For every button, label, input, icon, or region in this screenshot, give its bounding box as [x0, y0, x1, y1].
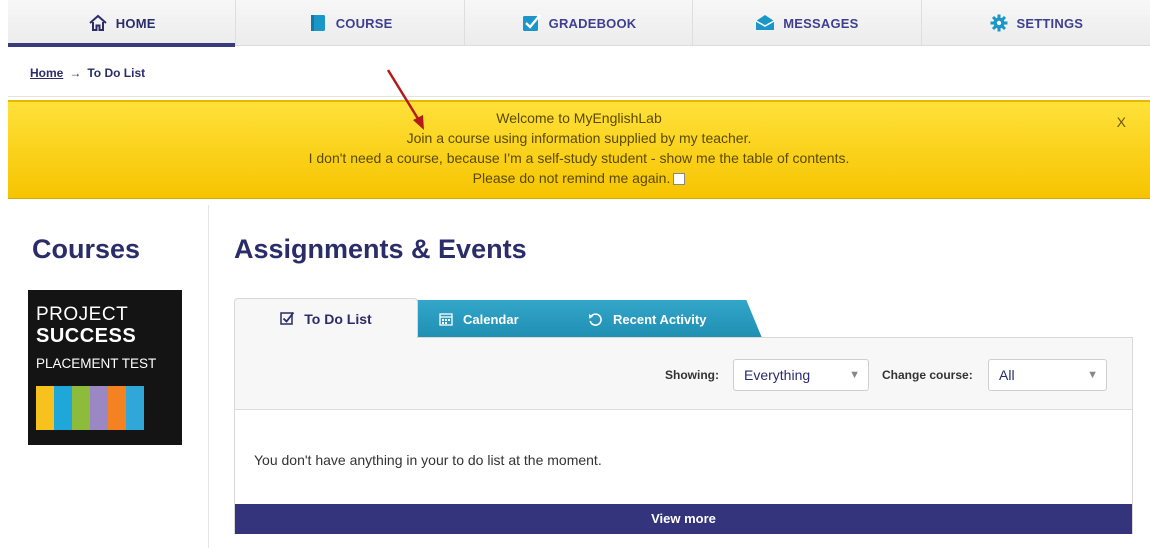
nav-course[interactable]: COURSE: [236, 0, 465, 46]
do-not-remind-label: Please do not remind me again.: [472, 170, 671, 186]
course-thumbnail[interactable]: PROJECT SUCCESS PLACEMENT TEST: [28, 290, 182, 445]
history-icon: [589, 312, 602, 326]
nav-messages-label: MESSAGES: [783, 15, 859, 31]
nav-settings[interactable]: SETTINGS: [922, 0, 1150, 46]
breadcrumb-home-link[interactable]: Home: [30, 66, 63, 80]
book-icon: [310, 15, 325, 31]
change-course-select[interactable]: All ▼: [988, 359, 1107, 391]
course-color-bars: [36, 386, 144, 430]
course-color-bar: [126, 386, 144, 430]
page-title: Assignments & Events: [234, 234, 527, 264]
nav-home[interactable]: HOME: [8, 0, 237, 47]
do-not-remind-row: Please do not remind me again.: [8, 168, 1150, 188]
tab-calendar-label: Calendar: [463, 311, 519, 327]
calendar-icon: [439, 313, 453, 326]
course-color-bar: [72, 386, 90, 430]
banner-close-button[interactable]: X: [1117, 114, 1126, 130]
chevron-down-icon: ▼: [849, 369, 860, 381]
chevron-down-icon: ▼: [1087, 369, 1098, 381]
tab-calendar[interactable]: Calendar: [417, 300, 567, 338]
course-color-bar: [54, 386, 72, 430]
nav-home-label: HOME: [115, 15, 156, 31]
breadcrumb-current: To Do List: [87, 66, 146, 80]
showing-select[interactable]: Everything ▼: [733, 359, 869, 391]
to-do-panel: Showing: Everything ▼ Change course: All…: [234, 337, 1133, 534]
course-color-bar: [90, 386, 108, 430]
change-course-label: Change course:: [882, 368, 973, 382]
envelope-icon: [755, 15, 775, 30]
nav-gradebook[interactable]: GRADEBOOK: [465, 0, 694, 46]
nav-messages[interactable]: MESSAGES: [693, 0, 922, 46]
course-title-line1: PROJECT: [36, 304, 129, 325]
breadcrumb: Home → To Do List: [30, 66, 145, 80]
tab-to-do-list[interactable]: To Do List: [234, 298, 418, 338]
nav-settings-label: SETTINGS: [1016, 15, 1084, 31]
filter-toolbar: Showing: Everything ▼ Change course: All…: [235, 338, 1132, 410]
courses-heading: Courses: [32, 234, 141, 264]
check-icon: [522, 14, 541, 31]
tab-recent-activity[interactable]: Recent Activity: [566, 300, 762, 338]
course-color-bar: [36, 386, 54, 430]
home-icon: [89, 14, 107, 31]
empty-list-message: You don't have anything in your to do li…: [254, 452, 602, 468]
top-nav: HOME COURSE GRADEBOOK MESSAGES SETTINGS: [8, 0, 1150, 47]
nav-gradebook-label: GRADEBOOK: [548, 15, 637, 31]
showing-select-value: Everything: [744, 367, 811, 383]
tab-recent-activity-label: Recent Activity: [613, 311, 707, 327]
view-more-button[interactable]: View more: [235, 504, 1132, 534]
breadcrumb-divider: [8, 96, 1150, 97]
self-study-link[interactable]: I don't need a course, because I'm a sel…: [8, 148, 1150, 168]
red-arrow-annotation: [386, 69, 424, 130]
course-title-line2: SUCCESS: [36, 325, 137, 347]
welcome-banner: Welcome to MyEnglishLab Join a course us…: [8, 100, 1150, 199]
nav-course-label: COURSE: [335, 15, 393, 31]
change-course-select-value: All: [999, 367, 1015, 383]
showing-label: Showing:: [665, 368, 719, 382]
join-course-link[interactable]: Join a course using information supplied…: [8, 128, 1150, 148]
tab-to-do-list-label: To Do List: [304, 310, 372, 327]
breadcrumb-separator: →: [69, 66, 82, 80]
column-divider: [208, 205, 209, 548]
course-color-bar: [108, 386, 126, 430]
banner-welcome-text: Welcome to MyEnglishLab: [496, 110, 662, 126]
checkbox-icon: [280, 311, 295, 325]
do-not-remind-checkbox[interactable]: [673, 173, 686, 185]
course-title-line3: PLACEMENT TEST: [36, 356, 157, 371]
gear-icon: [990, 14, 1008, 32]
